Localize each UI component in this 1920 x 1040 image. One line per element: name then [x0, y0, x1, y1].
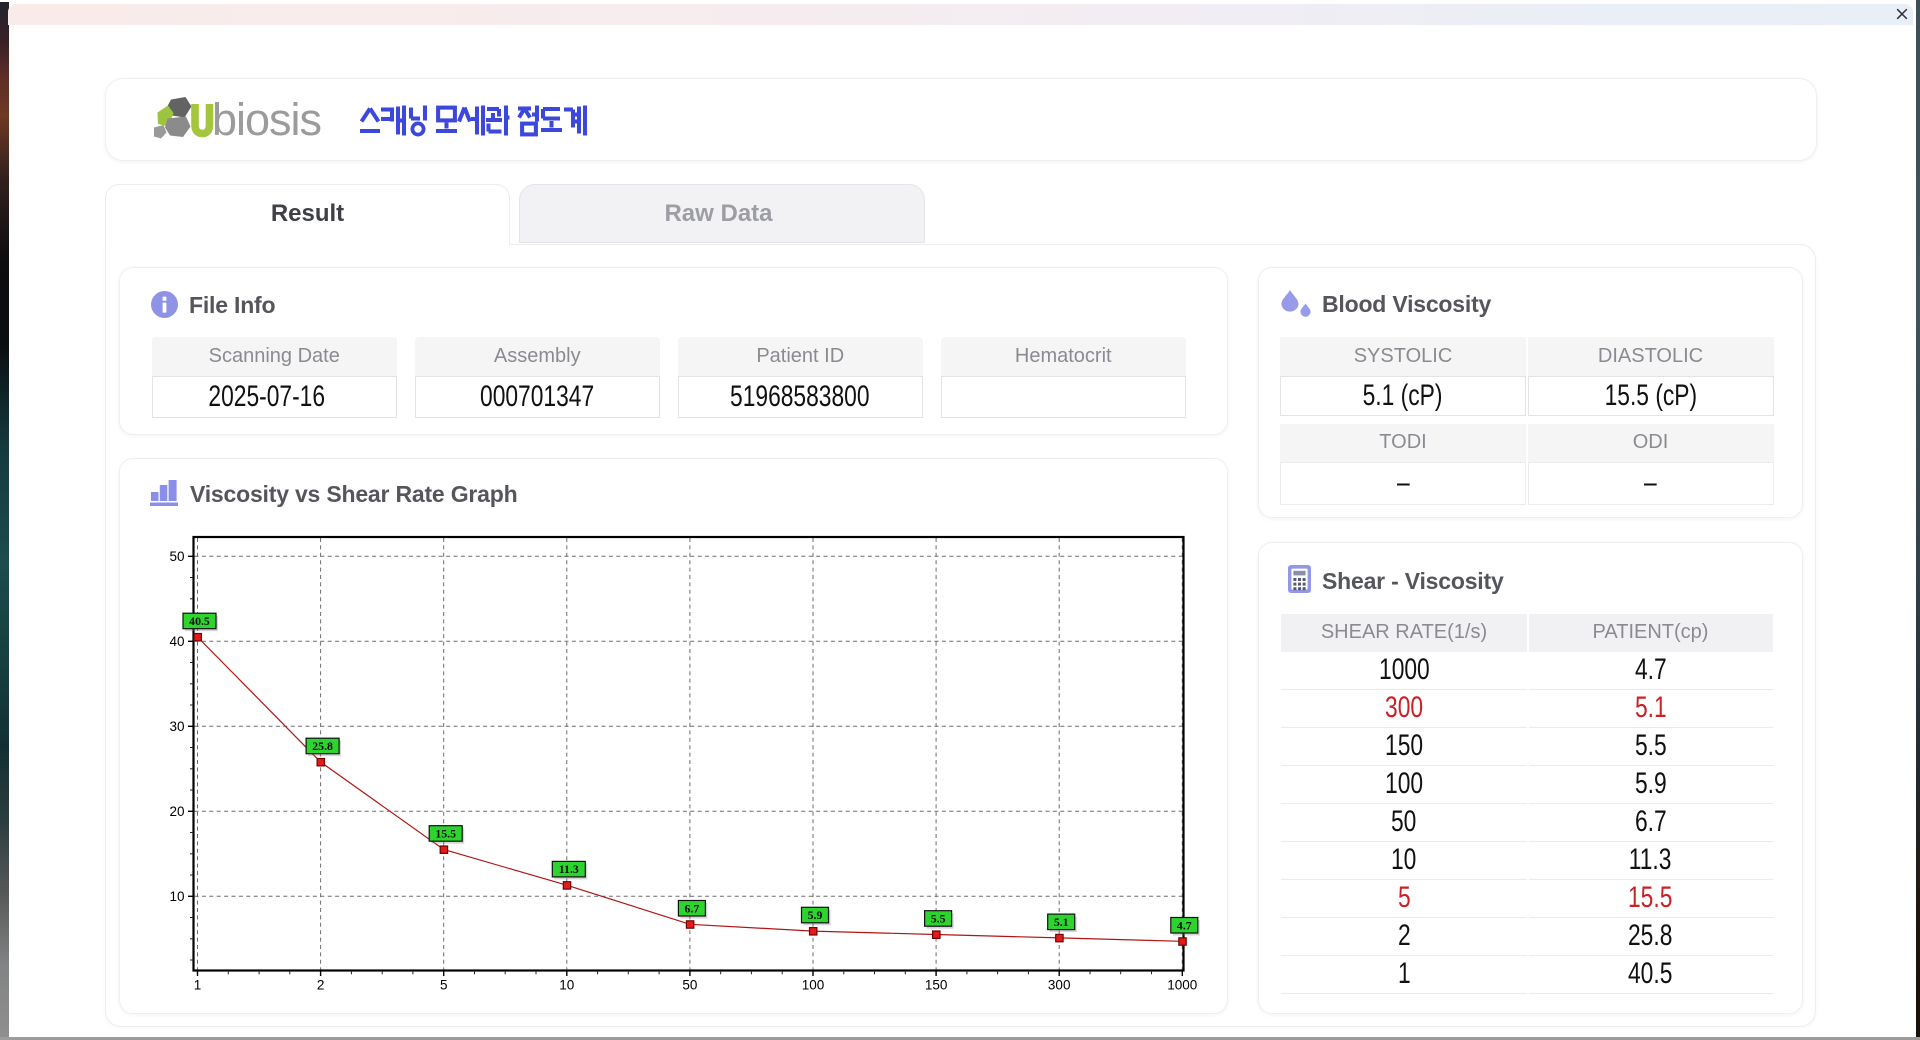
svg-text:4.7: 4.7: [1177, 918, 1192, 932]
svg-text:25.8: 25.8: [312, 739, 333, 753]
svg-text:40.5: 40.5: [189, 614, 210, 628]
svg-text:15.5: 15.5: [435, 827, 456, 841]
svg-text:1000: 1000: [1167, 978, 1197, 993]
svg-text:1: 1: [194, 978, 202, 993]
svg-text:20: 20: [169, 804, 184, 819]
svg-text:50: 50: [169, 549, 184, 564]
svg-text:5.5: 5.5: [931, 912, 946, 926]
svg-text:50: 50: [682, 978, 697, 993]
svg-text:5.1: 5.1: [1054, 915, 1069, 929]
svg-text:40: 40: [169, 634, 184, 649]
svg-text:11.3: 11.3: [559, 862, 579, 876]
svg-text:5.9: 5.9: [808, 908, 823, 922]
svg-text:100: 100: [802, 978, 825, 993]
svg-text:10: 10: [559, 978, 574, 993]
svg-text:30: 30: [169, 719, 184, 734]
svg-text:2: 2: [317, 978, 325, 993]
svg-text:10: 10: [169, 889, 184, 904]
svg-text:150: 150: [925, 978, 948, 993]
svg-text:5: 5: [440, 978, 448, 993]
svg-text:6.7: 6.7: [685, 901, 700, 915]
svg-text:300: 300: [1048, 978, 1071, 993]
